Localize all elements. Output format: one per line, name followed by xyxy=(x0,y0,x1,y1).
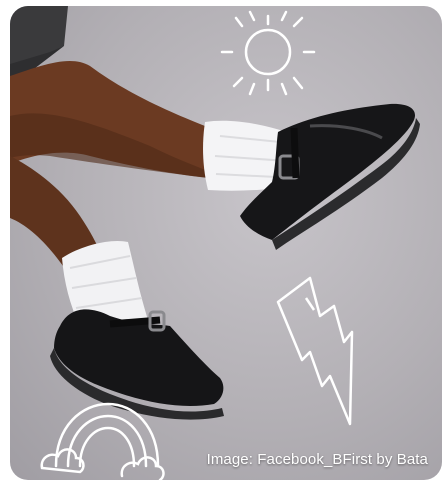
sun-doodle xyxy=(220,10,316,96)
photo-illustration xyxy=(10,6,420,480)
lightning-bolt-doodle xyxy=(276,276,354,426)
photo-card: Image: Facebook_BFirst by Bata xyxy=(10,6,442,480)
rainbow-doodle xyxy=(40,402,165,480)
image-credit-caption: Image: Facebook_BFirst by Bata xyxy=(206,451,428,468)
